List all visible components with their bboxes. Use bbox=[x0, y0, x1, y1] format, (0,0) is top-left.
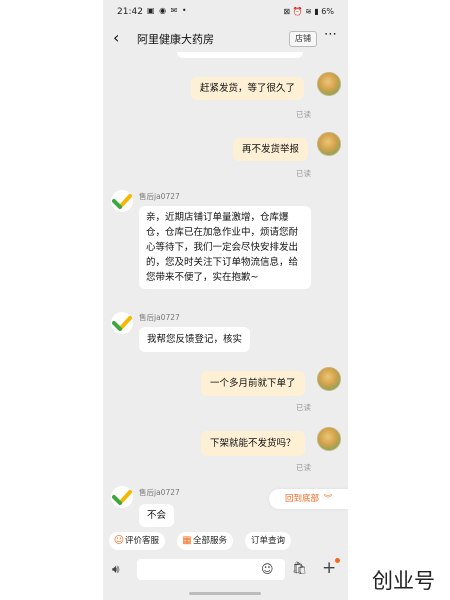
chat-header: ‹ 阿里健康大药房 店铺 ⋯ bbox=[103, 26, 348, 52]
notification-icons: ▣ ◉ ✉ • bbox=[147, 6, 188, 15]
message-bubble-right[interactable]: 一个多月前就下单了 bbox=[201, 371, 305, 396]
shopping-bag-icon[interactable]: 🛍︎ bbox=[292, 561, 307, 575]
scroll-to-bottom-button[interactable]: 回到底部 ︾ bbox=[269, 489, 348, 509]
check-logo-icon bbox=[112, 316, 132, 331]
message-bubble-left[interactable]: 不会 bbox=[139, 504, 175, 527]
message-bubble-left[interactable]: 我帮您反馈登记，核实 bbox=[139, 327, 251, 352]
read-status: 已读 bbox=[296, 463, 311, 472]
message-text: 不会 bbox=[147, 510, 167, 521]
phone-screen: 21:42 ▣ ◉ ✉ • ⊠ ⏰ ≋ ▮ 6% ‹ 阿里健康大药房 店铺 ⋯ … bbox=[103, 0, 348, 600]
read-status: 已读 bbox=[296, 403, 311, 412]
message-text: 亲，近期店铺订单量激增，仓库爆仓，仓库已在加急作业中，烦请您耐心等待下，我们一定… bbox=[146, 212, 299, 283]
home-indicator bbox=[189, 592, 261, 595]
notification-dot bbox=[335, 558, 340, 563]
all-services-label: 全部服务 bbox=[193, 536, 228, 546]
rate-service-button[interactable]: ☺评价客服 bbox=[109, 532, 166, 550]
double-chevron-down-icon: ︾ bbox=[323, 494, 333, 504]
order-query-label: 订单查询 bbox=[251, 536, 286, 546]
agent-avatar[interactable] bbox=[111, 312, 133, 334]
message-bubble-right[interactable]: 赶紧发货，等了很久了 bbox=[191, 77, 305, 100]
status-bar: 21:42 ▣ ◉ ✉ • ⊠ ⏰ ≋ ▮ 6% bbox=[103, 0, 348, 26]
order-query-button[interactable]: 订单查询 bbox=[245, 532, 292, 550]
quick-actions-bar: ☺评价客服 ▦全部服务 订单查询 bbox=[103, 530, 348, 552]
message-text: 一个多月前就下单了 bbox=[210, 378, 296, 389]
more-icon[interactable]: ⋯ bbox=[324, 27, 338, 42]
user-avatar[interactable] bbox=[317, 367, 341, 391]
store-button[interactable]: 店铺 bbox=[289, 31, 317, 47]
previous-message-edge bbox=[103, 52, 348, 62]
message-text: 我帮您反馈登记，核实 bbox=[147, 334, 243, 345]
user-avatar[interactable] bbox=[317, 72, 341, 96]
all-services-button[interactable]: ▦全部服务 bbox=[177, 532, 234, 550]
read-status: 已读 bbox=[296, 169, 311, 178]
check-logo-icon bbox=[112, 194, 132, 209]
scroll-to-bottom-label: 回到底部 bbox=[285, 494, 320, 504]
message-text: 赶紧发货，等了很久了 bbox=[200, 83, 296, 94]
agent-avatar[interactable] bbox=[111, 486, 133, 508]
user-avatar[interactable] bbox=[317, 427, 341, 451]
sender-name: 售后ja0727 bbox=[139, 313, 180, 322]
message-text: 再不发货举报 bbox=[242, 144, 300, 155]
message-bubble-right[interactable]: 下架就能不发货吗？ bbox=[201, 431, 305, 456]
grid-icon: ▦ bbox=[182, 535, 192, 546]
status-time: 21:42 bbox=[117, 7, 143, 17]
input-bar: 🔊︎ ☺ 🛍︎ + bbox=[103, 556, 348, 584]
agent-avatar[interactable] bbox=[111, 190, 133, 212]
page-title: 阿里健康大药房 bbox=[137, 33, 214, 46]
message-bubble-left[interactable]: 亲，近期店铺订单量激增，仓库爆仓，仓库已在加急作业中，烦请您耐心等待下，我们一定… bbox=[139, 206, 311, 289]
sender-name: 售后ja0727 bbox=[139, 488, 180, 497]
system-icons: ⊠ ⏰ ≋ ▮ 6% bbox=[283, 7, 334, 16]
message-text: 下架就能不发货吗？ bbox=[210, 438, 296, 449]
check-logo-icon bbox=[112, 490, 132, 505]
smile-icon: ☺ bbox=[113, 535, 125, 546]
message-bubble-right[interactable]: 再不发货举报 bbox=[233, 138, 309, 161]
sender-name: 售后ja0727 bbox=[139, 192, 180, 201]
voice-icon[interactable]: 🔊︎ bbox=[112, 562, 120, 577]
user-avatar[interactable] bbox=[317, 132, 341, 156]
watermark: 创业号 bbox=[372, 569, 435, 593]
back-icon[interactable]: ‹ bbox=[113, 28, 119, 47]
rate-service-label: 评价客服 bbox=[125, 536, 160, 546]
emoji-icon[interactable]: ☺ bbox=[261, 562, 274, 576]
cut-off-bubble bbox=[177, 52, 303, 58]
read-status: 已读 bbox=[296, 110, 311, 119]
